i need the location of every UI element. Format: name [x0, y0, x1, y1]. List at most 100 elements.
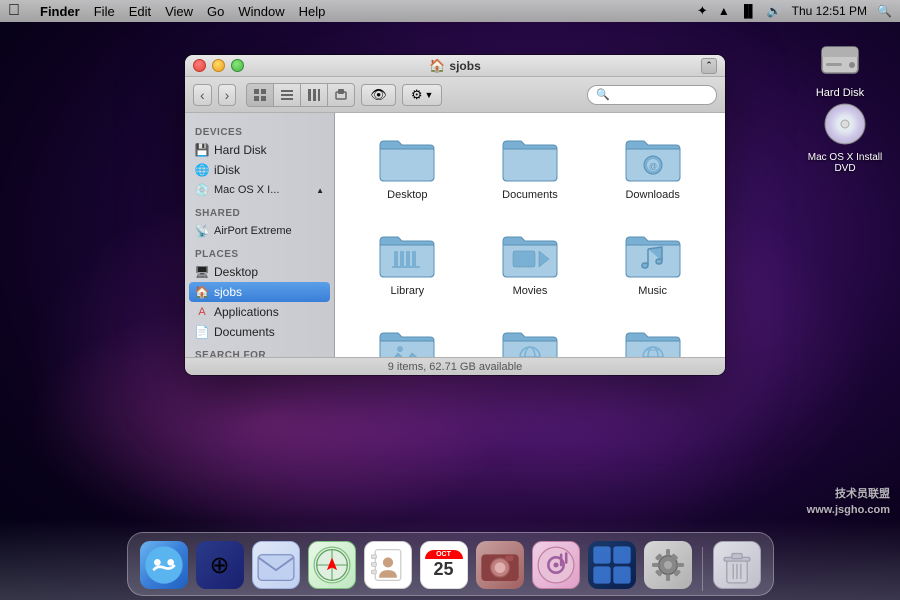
devices-header: DEVICES: [185, 119, 334, 140]
menu-finder[interactable]: Finder: [40, 4, 80, 19]
wifi-icon[interactable]: ▲: [718, 4, 730, 18]
harddisk-icon: [816, 35, 864, 83]
places-header: PLACES: [185, 241, 334, 262]
folder-item-downloads[interactable]: @ Downloads: [596, 129, 709, 205]
volume-icon[interactable]: 🔊: [767, 4, 782, 18]
folder-icon-documents: [500, 133, 560, 185]
sidebar: DEVICES 💾 Hard Disk 🌐 iDisk 💿 Mac OS X I…: [185, 113, 335, 357]
sidebar-item-idisk[interactable]: 🌐 iDisk: [185, 160, 334, 180]
folder-label-documents: Documents: [502, 189, 558, 201]
sidebar-item-macosx[interactable]: 💿 Mac OS X I... ▲: [185, 180, 334, 200]
close-button[interactable]: [193, 59, 206, 72]
status-bar: 9 items, 62.71 GB available: [185, 357, 725, 375]
search-for-header: SEARCH FOR: [185, 342, 334, 357]
folder-item-music[interactable]: Music: [596, 225, 709, 301]
folder-icon-downloads: @: [623, 133, 683, 185]
dock-systemprefs[interactable]: [642, 539, 694, 591]
dock: ⊕: [0, 520, 900, 600]
view-buttons: [246, 83, 355, 107]
window-content: DEVICES 💾 Hard Disk 🌐 iDisk 💿 Mac OS X I…: [185, 113, 725, 357]
battery-icon[interactable]: ▐▌: [740, 4, 757, 18]
menubar-left:  Finder File Edit View Go Window Help: [8, 2, 325, 20]
desktop-icon-dvd[interactable]: Mac OS X Install DVD: [805, 100, 885, 174]
folder-grid: Desktop Documents: [351, 129, 709, 357]
view-cover-btn[interactable]: [328, 84, 354, 106]
folder-label-desktop: Desktop: [387, 189, 427, 201]
search-box[interactable]: 🔍: [587, 85, 717, 105]
desktop-icon-harddisk[interactable]: Hard Disk: [800, 35, 880, 99]
toolbar: ‹ › 👁: [185, 77, 725, 113]
bluetooth-icon[interactable]: ✦: [697, 3, 708, 19]
folder-item-documents[interactable]: Documents: [474, 129, 587, 205]
dvd-label: Mac OS X Install DVD: [805, 152, 885, 174]
menu-go[interactable]: Go: [207, 4, 224, 19]
desktop-sidebar-icon: 🖥: [195, 265, 209, 279]
sidebar-item-documents[interactable]: 📄 Documents: [185, 322, 334, 342]
dock-trash[interactable]: [711, 539, 763, 591]
idisk-icon: 🌐: [195, 163, 209, 177]
sidebar-item-sjobs[interactable]: 🏠 sjobs: [189, 282, 330, 302]
sidebar-item-airport[interactable]: 📡 AirPort Extreme: [185, 221, 334, 241]
sidebar-item-desktop[interactable]: 🖥 Desktop: [185, 262, 334, 282]
menubar-right: ✦ ▲ ▐▌ 🔊 Thu 12:51 PM 🔍: [697, 3, 892, 19]
title-bar: 🏠 sjobs ⌃: [185, 55, 725, 77]
folder-icon-music: [623, 229, 683, 281]
menu-window[interactable]: Window: [238, 4, 284, 19]
minimize-button[interactable]: [212, 59, 225, 72]
menubar:  Finder File Edit View Go Window Help ✦…: [0, 0, 900, 22]
dock-dashboard[interactable]: ⊕: [194, 539, 246, 591]
documents-sidebar-icon: 📄: [195, 325, 209, 339]
view-list-btn[interactable]: [274, 84, 301, 106]
forward-button[interactable]: ›: [218, 84, 237, 106]
traffic-lights: [193, 59, 244, 72]
main-content: Desktop Documents: [335, 113, 725, 357]
folder-icon-pictures: [377, 325, 437, 357]
dock-divider: [702, 547, 703, 591]
dock-finder[interactable]: [138, 539, 190, 591]
folder-item-desktop[interactable]: Desktop: [351, 129, 464, 205]
dock-addressbook[interactable]: [362, 539, 414, 591]
sidebar-item-harddisk[interactable]: 💾 Hard Disk: [185, 140, 334, 160]
dock-safari[interactable]: [306, 539, 358, 591]
folder-item-library[interactable]: Library: [351, 225, 464, 301]
view-column-btn[interactable]: [301, 84, 328, 106]
folder-label-movies: Movies: [513, 285, 548, 297]
dock-itunes[interactable]: [530, 539, 582, 591]
eye-action-button[interactable]: 👁: [361, 84, 396, 106]
maximize-button[interactable]: [231, 59, 244, 72]
svg-text:@: @: [649, 162, 657, 171]
folder-icon-sites: [623, 325, 683, 357]
macosx-icon: 💿: [195, 183, 209, 197]
folder-label-library: Library: [391, 285, 425, 297]
back-button[interactable]: ‹: [193, 84, 212, 106]
folder-item-sites[interactable]: Sites: [596, 321, 709, 357]
airport-icon: 📡: [195, 224, 209, 238]
menu-view[interactable]: View: [165, 4, 193, 19]
folder-icon-movies: [500, 229, 560, 281]
menu-edit[interactable]: Edit: [129, 4, 151, 19]
harddisk-label: Hard Disk: [816, 87, 864, 99]
sidebar-item-applications[interactable]: A Applications: [185, 302, 334, 322]
menu-help[interactable]: Help: [299, 4, 326, 19]
dock-photobooth[interactable]: [474, 539, 526, 591]
dock-ical[interactable]: OCT 25: [418, 539, 470, 591]
collapse-button[interactable]: ⌃: [701, 58, 717, 74]
folder-label-music: Music: [638, 285, 667, 297]
dock-background: ⊕: [127, 532, 774, 596]
menu-file[interactable]: File: [94, 4, 115, 19]
folder-item-movies[interactable]: Movies: [474, 225, 587, 301]
applications-icon: A: [195, 305, 209, 319]
harddisk-sidebar-icon: 💾: [195, 143, 209, 157]
folder-item-public[interactable]: Public: [474, 321, 587, 357]
gear-action-button[interactable]: ⚙ ▼: [402, 84, 443, 106]
dock-spaces[interactable]: [586, 539, 638, 591]
desktop:  Finder File Edit View Go Window Help ✦…: [0, 0, 900, 600]
view-icon-btn[interactable]: [247, 84, 274, 106]
dock-mail[interactable]: [250, 539, 302, 591]
apple-menu[interactable]: : [8, 2, 20, 20]
spotlight-icon[interactable]: 🔍: [877, 4, 892, 18]
folder-item-pictures[interactable]: Pictures: [351, 321, 464, 357]
watermark: 技术员联盟 www.jsgho.com: [807, 487, 890, 518]
clock: Thu 12:51 PM: [792, 4, 867, 18]
folder-label-downloads: Downloads: [625, 189, 679, 201]
